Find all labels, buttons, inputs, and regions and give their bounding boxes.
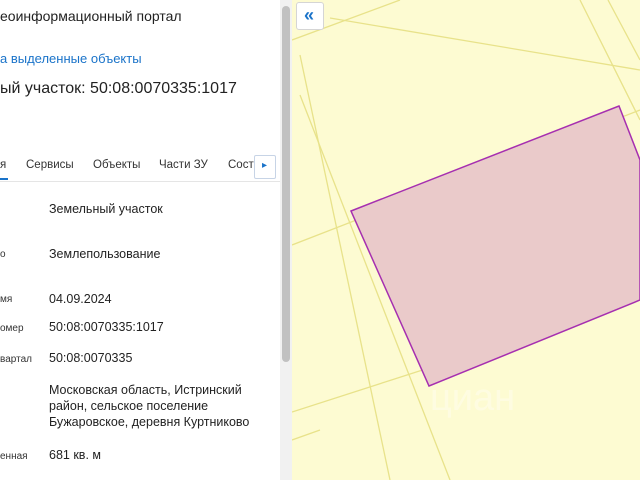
chevron-right-icon: ▸ — [262, 160, 268, 171]
tab-parts[interactable]: Части ЗУ — [159, 159, 208, 171]
tab-objects[interactable]: Объекты — [93, 159, 140, 171]
double-chevron-left-icon: « — [304, 5, 315, 25]
row-label-area: енная — [0, 451, 28, 462]
selected-objects-link[interactable]: а выделенные объекты — [0, 51, 142, 66]
scrollbar-thumb[interactable] — [282, 6, 290, 362]
map-view[interactable]: циан — [292, 0, 640, 480]
row-label-quarter: вартал — [0, 354, 32, 365]
active-tab-indicator — [0, 178, 8, 180]
row-value-type: Земельный участок — [49, 202, 163, 216]
watermark-text: циан — [430, 377, 515, 419]
map-canvas[interactable]: циан — [292, 0, 640, 480]
tab-scroll-right-button[interactable]: ▸ — [254, 155, 276, 179]
row-label-date: мя — [0, 294, 13, 305]
row-value-subtype: Землепользование — [49, 247, 161, 261]
panel-scrollbar[interactable] — [280, 0, 292, 480]
row-value-date: 04.09.2024 — [49, 292, 112, 306]
collapse-panel-button[interactable]: « — [296, 2, 324, 30]
row-value-address: Московская область, Истринский район, се… — [49, 383, 250, 429]
tab-services[interactable]: Сервисы — [26, 159, 74, 171]
tab-info[interactable]: я — [0, 159, 6, 171]
row-label-cadastral-number: омер — [0, 323, 24, 334]
row-value-area: 681 кв. м — [49, 448, 101, 462]
row-label-subtype: о — [0, 249, 6, 260]
row-value-cadastral-number: 50:08:0070335:1017 — [49, 320, 164, 334]
portal-title: еоинформационный портал — [0, 8, 182, 24]
parcel-heading: ый участок: 50:08:0070335:1017 — [0, 80, 237, 97]
tab-bar: я Сервисы Объекты Части ЗУ Соста — [0, 155, 280, 181]
tab-divider — [0, 181, 280, 182]
info-panel: еоинформационный портал а выделенные объ… — [0, 0, 280, 480]
row-value-quarter: 50:08:0070335 — [49, 351, 133, 365]
